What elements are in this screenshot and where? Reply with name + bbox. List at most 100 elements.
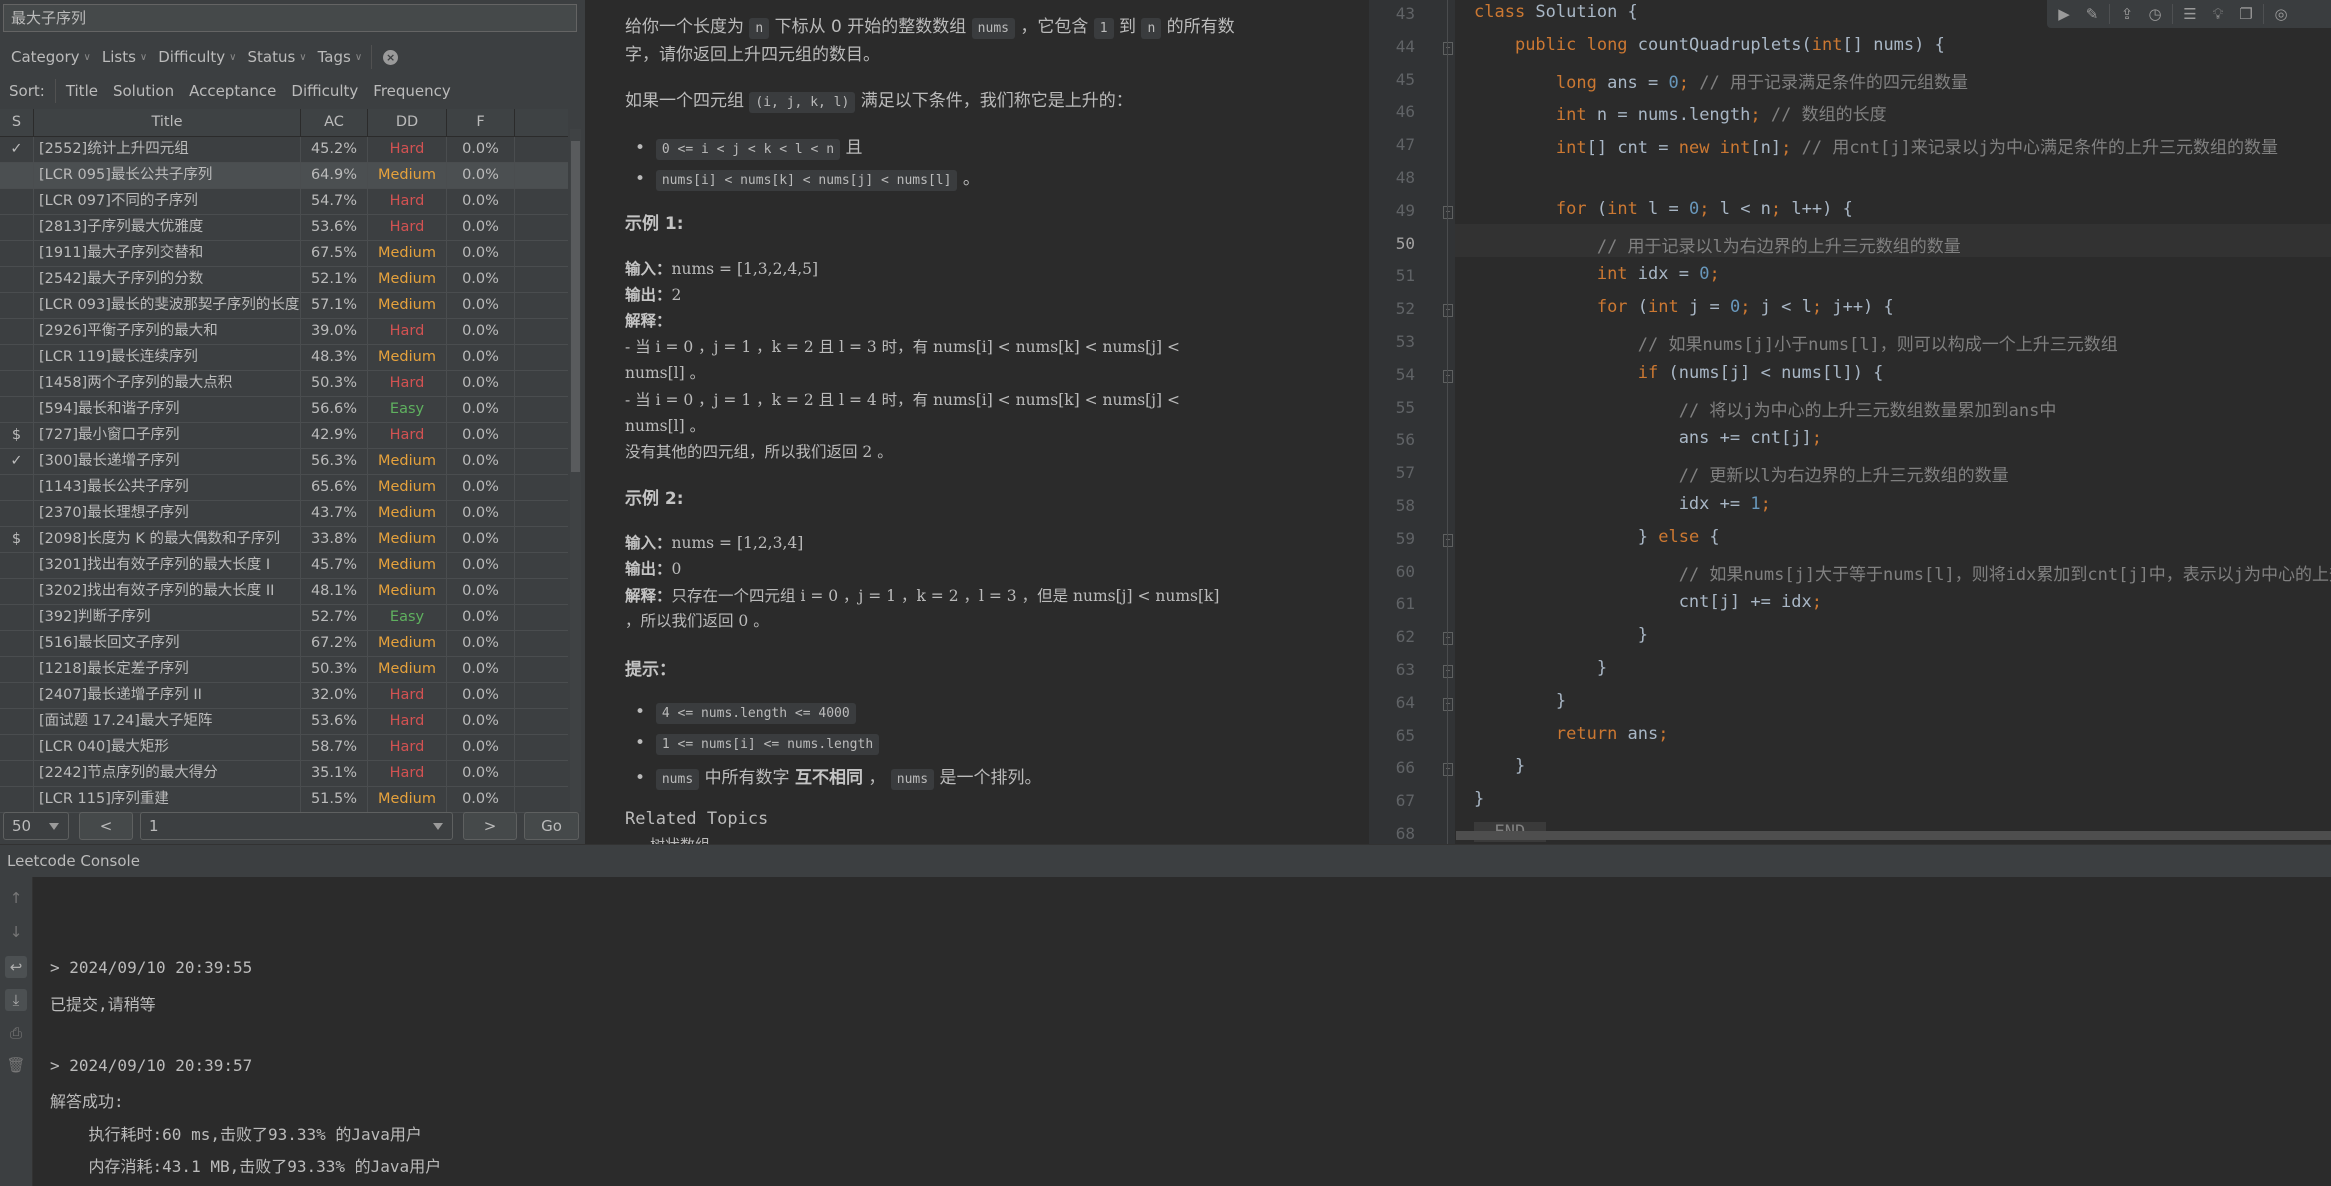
table-row[interactable]: [LCR 097]不同的子序列 54.7% Hard 0.0% xyxy=(0,189,568,215)
print-icon[interactable]: ⎙ xyxy=(5,1022,27,1044)
code-line[interactable]: int idx = 0; xyxy=(1474,264,1720,284)
code-line[interactable]: } xyxy=(1474,625,1648,645)
clear-filter-icon[interactable]: × xyxy=(383,49,399,65)
next-page-button[interactable]: > xyxy=(463,812,517,840)
code-line[interactable]: class Solution { xyxy=(1474,2,1638,22)
title-cell: [2542]最大子序列的分数 xyxy=(34,267,301,292)
filter-category[interactable]: Category ∨ xyxy=(11,48,91,66)
table-row[interactable]: [2407]最长递增子序列 II 32.0% Hard 0.0% xyxy=(0,683,568,709)
table-row[interactable]: [面试题 17.24]最大子矩阵 53.6% Hard 0.0% xyxy=(0,709,568,735)
locate-icon[interactable]: ◎ xyxy=(2270,3,2292,25)
list-scrollbar[interactable] xyxy=(570,129,581,812)
fold-toggle-icon[interactable]: − xyxy=(1443,665,1453,678)
table-row[interactable]: [594]最长和谐子序列 56.6% Easy 0.0% xyxy=(0,397,568,423)
go-button[interactable]: Go xyxy=(524,812,579,840)
table-row[interactable]: [2370]最长理想子序列 43.7% Medium 0.0% xyxy=(0,501,568,527)
column-header-frequency[interactable]: F xyxy=(447,109,515,136)
submissions-history-icon[interactable]: ◷ xyxy=(2144,3,2166,25)
table-row[interactable]: [2813]子序列最大优雅度 53.6% Hard 0.0% xyxy=(0,215,568,241)
code-line[interactable]: // 将以j为中心的上升三元数组数量累加到ans中 xyxy=(1474,396,2057,421)
window-icon[interactable]: ❐ xyxy=(2235,3,2257,25)
sort-difficulty[interactable]: Difficulty xyxy=(291,82,358,100)
fold-toggle-icon[interactable]: − xyxy=(1443,304,1453,318)
table-row[interactable]: [392]判断子序列 52.7% Easy 0.0% xyxy=(0,605,568,631)
table-row[interactable]: $ [727]最小窗口子序列 42.9% Hard 0.0% xyxy=(0,423,568,449)
filter-difficulty[interactable]: Difficulty ∨ xyxy=(158,48,236,66)
filter-lists[interactable]: Lists ∨ xyxy=(102,48,147,66)
sort-solution[interactable]: Solution xyxy=(113,82,174,100)
fold-toggle-icon[interactable]: − xyxy=(1443,697,1453,711)
table-row[interactable]: [2926]平衡子序列的最大和 39.0% Hard 0.0% xyxy=(0,319,568,345)
table-row[interactable]: [1458]两个子序列的最大点积 50.3% Hard 0.0% xyxy=(0,371,568,397)
code-line[interactable]: } xyxy=(1474,789,1484,809)
arrow-down-icon[interactable]: ↓ xyxy=(5,921,27,943)
scroll-to-end-icon[interactable]: ⤓ xyxy=(5,989,27,1011)
search-input[interactable]: 最大子序列 xyxy=(3,4,577,32)
editor-horizontal-scrollbar[interactable] xyxy=(1456,831,2331,840)
code-editor[interactable]: 43 44 − 45 46 47 48 49 − 50 51 52 − 53 54 − 55 56 57 58 59 − 6… xyxy=(1369,0,2331,844)
code-line[interactable]: } xyxy=(1474,658,1607,678)
fold-toggle-icon[interactable]: − xyxy=(1443,533,1453,547)
column-header-ac[interactable]: AC xyxy=(301,109,368,136)
fold-toggle-icon[interactable]: − xyxy=(1443,41,1453,55)
code-line[interactable]: // 如果nums[j]小于nums[l]，则可以构成一个上升三元数组 xyxy=(1474,330,2118,355)
sort-title[interactable]: Title xyxy=(66,82,98,100)
table-row[interactable]: [3201]找出有效子序列的最大长度 I 45.7% Medium 0.0% xyxy=(0,553,568,579)
table-row[interactable]: [2242]节点序列的最大得分 35.1% Hard 0.0% xyxy=(0,761,568,787)
code-line[interactable]: idx += 1; xyxy=(1474,494,1771,514)
code-line[interactable]: } else { xyxy=(1474,527,1720,547)
table-row[interactable]: [1218]最长定差子序列 50.3% Medium 0.0% xyxy=(0,657,568,683)
table-row[interactable]: [LCR 040]最大矩形 58.7% Hard 0.0% xyxy=(0,735,568,761)
code-line[interactable]: ans += cnt[j]; xyxy=(1474,428,1822,448)
table-row[interactable]: ✓ [300]最长递增子序列 56.3% Medium 0.0% xyxy=(0,449,568,475)
code-line[interactable]: if (nums[j] < nums[l]) { xyxy=(1474,363,1884,383)
sort-acceptance[interactable]: Acceptance xyxy=(189,82,276,100)
code-line[interactable]: } xyxy=(1474,691,1566,711)
table-row[interactable]: $ [2098]长度为 K 的最大偶数和子序列 33.8% Medium 0.0% xyxy=(0,527,568,553)
code-line[interactable]: // 如果nums[j]大于等于nums[l]，则将idx累加到cnt[j]中，… xyxy=(1474,560,2331,585)
column-header-difficulty[interactable]: DD xyxy=(368,109,447,136)
sort-frequency[interactable]: Frequency xyxy=(373,82,451,100)
trash-icon[interactable]: 🗑︎ xyxy=(5,1054,27,1076)
run-icon[interactable]: ▶ xyxy=(2053,3,2075,25)
page-select[interactable]: 1 xyxy=(140,812,453,840)
code-line[interactable]: } xyxy=(1474,756,1525,776)
page-size-select[interactable]: 50 xyxy=(3,812,69,840)
hint-icon[interactable]: 💡︎ xyxy=(2207,3,2229,25)
fold-toggle-icon[interactable]: − xyxy=(1443,763,1453,777)
fold-toggle-icon[interactable]: − xyxy=(1443,369,1453,383)
code-line[interactable]: for (int l = 0; l < n; l++) { xyxy=(1474,199,1853,219)
table-row[interactable]: [2542]最大子序列的分数 52.1% Medium 0.0% xyxy=(0,267,568,293)
table-row[interactable]: [LCR 093]最长的斐波那契子序列的长度 57.1% Medium 0.0% xyxy=(0,293,568,319)
table-row[interactable]: [516]最长回文子序列 67.2% Medium 0.0% xyxy=(0,631,568,657)
filter-status[interactable]: Status ∨ xyxy=(247,48,306,66)
table-row[interactable]: [1911]最大子序列交替和 67.5% Medium 0.0% xyxy=(0,241,568,267)
fold-toggle-icon[interactable]: − xyxy=(1443,632,1453,646)
test-edit-icon[interactable]: ✎ xyxy=(2081,3,2103,25)
table-row[interactable]: [1143]最长公共子序列 65.6% Medium 0.0% xyxy=(0,475,568,501)
comment-icon[interactable]: ☰ xyxy=(2179,3,2201,25)
fold-toggle-icon[interactable]: − xyxy=(1443,205,1453,219)
table-row[interactable]: [3202]找出有效子序列的最大长度 II 48.1% Medium 0.0% xyxy=(0,579,568,605)
table-row[interactable]: [LCR 119]最长连续序列 48.3% Medium 0.0% xyxy=(0,345,568,371)
code-line[interactable]: long ans = 0; // 用于记录满足条件的四元组数量 xyxy=(1474,68,1968,93)
table-row[interactable]: [LCR 095]最长公共子序列 64.9% Medium 0.0% xyxy=(0,163,568,189)
scrollbar-thumb[interactable] xyxy=(571,141,580,472)
related-topic-item[interactable]: - 树状数组 xyxy=(635,834,710,844)
submit-icon[interactable]: ⇪ xyxy=(2116,3,2138,25)
code-line[interactable]: int[] cnt = new int[n]; // 用cnt[j]来记录以j为… xyxy=(1474,133,2278,158)
filter-tags[interactable]: Tags ∨ xyxy=(318,48,363,66)
code-line[interactable]: public long countQuadruplets(int[] nums)… xyxy=(1474,35,1945,55)
soft-wrap-icon[interactable]: ↩ xyxy=(5,956,27,978)
code-line[interactable]: // 更新以l为右边界的上升三元数组的数量 xyxy=(1474,461,2009,486)
arrow-up-icon[interactable]: ↑ xyxy=(5,887,27,909)
table-row[interactable]: ✓ [2552]统计上升四元组 45.2% Hard 0.0% xyxy=(0,137,568,163)
prev-page-button[interactable]: < xyxy=(79,812,133,840)
code-line[interactable]: int n = nums.length; // 数组的长度 xyxy=(1474,100,1887,125)
code-line[interactable]: for (int j = 0; j < l; j++) { xyxy=(1474,297,1894,317)
column-header-title[interactable]: Title xyxy=(34,109,301,136)
code-line[interactable]: cnt[j] += idx; xyxy=(1474,592,1822,612)
column-header-status[interactable]: S xyxy=(0,109,34,136)
code-line[interactable]: return ans; xyxy=(1474,724,1669,744)
code-line[interactable]: // 用于记录以l为右边界的上升三元数组的数量 xyxy=(1474,232,1961,257)
